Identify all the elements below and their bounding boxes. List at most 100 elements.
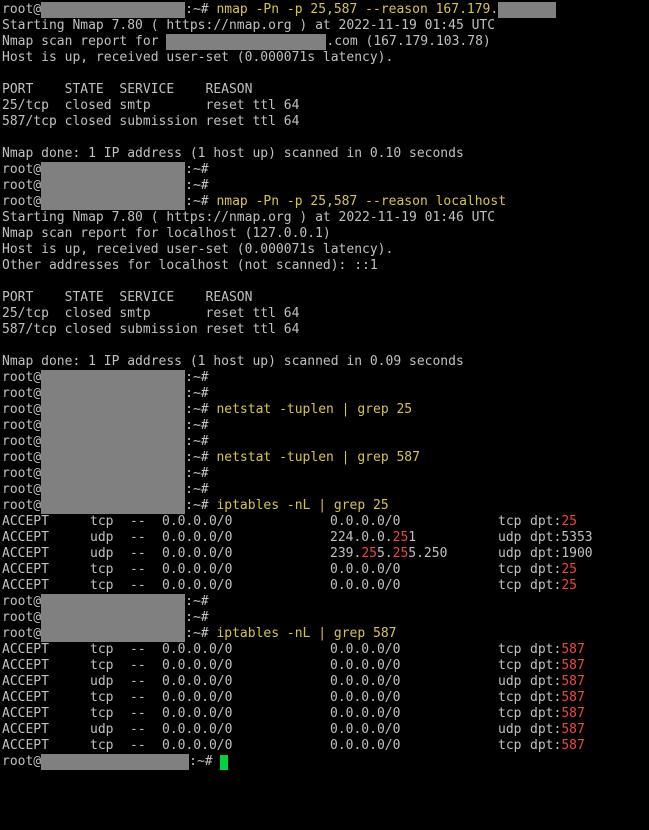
prompt-suffix: :~#: [185, 370, 217, 385]
iptables-dest: 224.0.0.251: [330, 530, 417, 545]
redacted-hostname: [41, 418, 186, 434]
terminal-window[interactable]: root@:~# nmap -Pn -p 25,587 --reason 167…: [0, 0, 649, 830]
redacted-hostname: [41, 162, 186, 178]
iptables-dpt: dpt:25: [530, 562, 577, 577]
iptables-prot: tcp: [90, 562, 114, 577]
scan1-starting: Starting Nmap 7.80 ( https://nmap.org ) …: [0, 18, 649, 34]
redacted-hostname: [41, 610, 186, 626]
prompt-suffix: :~#: [185, 178, 217, 193]
iptables-source: 0.0.0.0/0: [162, 546, 233, 561]
iptables-target: ACCEPT: [2, 706, 49, 721]
iptables-row: ACCEPT tcp -- 0.0.0.0/0 0.0.0.0/0 tcp dpt:25: [0, 514, 649, 530]
iptables-dest: 0.0.0.0/0: [330, 722, 401, 737]
iptables-opt: --: [130, 514, 146, 529]
prompt-suffix: :~#: [185, 402, 217, 417]
command-line: root@:~# nmap -Pn -p 25,587 --reason 167…: [0, 2, 649, 18]
highlight-match: 587: [561, 658, 585, 673]
scan2-host-up: Host is up, received user-set (0.000071s…: [0, 242, 649, 258]
prompt-user: root@: [2, 482, 42, 497]
iptables-proto: udp: [498, 530, 522, 545]
iptables-proto: udp: [498, 722, 522, 737]
redacted-hostname: [41, 466, 186, 482]
prompt-suffix: :~#: [185, 594, 217, 609]
redacted-hostname: [41, 2, 186, 18]
iptables-row: ACCEPT tcp -- 0.0.0.0/0 0.0.0.0/0 tcp dpt:25: [0, 578, 649, 594]
redacted-hostname: [41, 498, 186, 514]
iptables-opt: --: [130, 690, 146, 705]
prompt-line: root@ :~#: [0, 482, 649, 498]
iptables-target: ACCEPT: [2, 642, 49, 657]
prompt-user: root@: [2, 178, 42, 193]
terminal-cursor[interactable]: [220, 755, 229, 770]
scan2-done: Nmap done: 1 IP address (1 host up) scan…: [0, 354, 649, 370]
iptables-prot: tcp: [90, 642, 114, 657]
iptables-prot: tcp: [90, 514, 114, 529]
iptables-target: ACCEPT: [2, 546, 49, 561]
iptables-source: 0.0.0.0/0: [162, 738, 233, 753]
iptables-row: ACCEPT udp -- 0.0.0.0/0 224.0.0.251 udp dpt:53…: [0, 530, 649, 546]
port-table-row: 25/tcp closed smtp reset ttl 64: [0, 306, 649, 322]
dpt-value: 1900: [561, 546, 593, 561]
iptables-source: 0.0.0.0/0: [162, 514, 233, 529]
iptables-proto: tcp: [498, 642, 522, 657]
redacted-hostname: [41, 482, 186, 498]
prompt-user: root@: [2, 754, 42, 769]
iptables-dest: 0.0.0.0/0: [330, 706, 401, 721]
iptables-dest: 0.0.0.0/0: [330, 514, 401, 529]
iptables-dest: 0.0.0.0/0: [330, 658, 401, 673]
iptables-target: ACCEPT: [2, 530, 49, 545]
prompt-suffix: :~#: [185, 466, 217, 481]
iptables-opt: --: [130, 578, 146, 593]
redacted-ip: [498, 2, 557, 18]
prompt-suffix: :~#: [185, 610, 217, 625]
iptables-row: ACCEPT tcp -- 0.0.0.0/0 0.0.0.0/0 tcp dpt:587: [0, 738, 649, 754]
scan1-done: Nmap done: 1 IP address (1 host up) scan…: [0, 146, 649, 162]
scan1-host-up: Host is up, received user-set (0.000071s…: [0, 50, 649, 66]
command-line: root@:~# netstat -tuplen | grep 587: [0, 450, 649, 466]
iptables-dest: 0.0.0.0/0: [330, 642, 401, 657]
report-prefix: Nmap scan report for: [2, 34, 167, 49]
command-text: iptables -nL | grep 587: [216, 626, 397, 641]
port-table-row: 587/tcp closed submission reset ttl 64: [0, 114, 649, 130]
scan2-starting-text: Starting Nmap 7.80 ( https://nmap.org ) …: [2, 210, 496, 225]
redacted-hostname: [41, 194, 186, 210]
port-table-header-text: PORT STATE SERVICE REASON: [2, 82, 253, 97]
port-table-header-text: PORT STATE SERVICE REASON: [2, 290, 253, 305]
prompt-user: root@: [2, 450, 42, 465]
scan2-host-up-text: Host is up, received user-set (0.000071s…: [2, 242, 394, 257]
prompt-suffix: :~#: [185, 626, 217, 641]
iptables-dest: 0.0.0.0/0: [330, 578, 401, 593]
prompt-line: root@:~#: [0, 162, 649, 178]
iptables-target: ACCEPT: [2, 562, 49, 577]
prompt-user: root@: [2, 466, 42, 481]
iptables-row: ACCEPT tcp -- 0.0.0.0/0 0.0.0.0/0 tcp dpt:587: [0, 658, 649, 674]
highlight-match: 25: [392, 530, 409, 545]
iptables-dpt: dpt:587: [530, 722, 585, 737]
prompt-suffix: :~#: [189, 754, 221, 769]
iptables-opt: --: [130, 546, 146, 561]
iptables-prot: udp: [90, 722, 114, 737]
iptables-row: ACCEPT udp -- 0.0.0.0/0 0.0.0.0/0 udp dpt:587: [0, 674, 649, 690]
prompt-suffix: :~#: [185, 386, 217, 401]
iptables-dest: 0.0.0.0/0: [330, 562, 401, 577]
prompt-suffix: :~#: [185, 482, 217, 497]
port-table-row-text: 25/tcp closed smtp reset ttl 64: [2, 306, 300, 321]
prompt-user: root@: [2, 610, 42, 625]
prompt-line: root@:~#: [0, 434, 649, 450]
iptables-proto: tcp: [498, 690, 522, 705]
scan1-starting-text: Starting Nmap 7.80 ( https://nmap.org ) …: [2, 18, 496, 33]
prompt-suffix: :~#: [185, 2, 217, 17]
redacted-hostname: [41, 178, 186, 194]
scan2-done-text: Nmap done: 1 IP address (1 host up) scan…: [2, 354, 464, 369]
prompt-user: root@: [2, 418, 42, 433]
iptables-dpt: dpt:5353: [530, 530, 593, 545]
redacted-hostname: [41, 434, 186, 450]
redacted-hostname: [41, 370, 186, 386]
highlight-match: 25: [361, 546, 377, 561]
prompt-user: root@: [2, 370, 42, 385]
iptables-dpt: dpt:587: [530, 738, 585, 753]
iptables-target: ACCEPT: [2, 578, 49, 593]
scan1-done-text: Nmap done: 1 IP address (1 host up) scan…: [2, 146, 464, 161]
iptables-target: ACCEPT: [2, 674, 49, 689]
iptables-dpt: dpt:587: [530, 690, 585, 705]
